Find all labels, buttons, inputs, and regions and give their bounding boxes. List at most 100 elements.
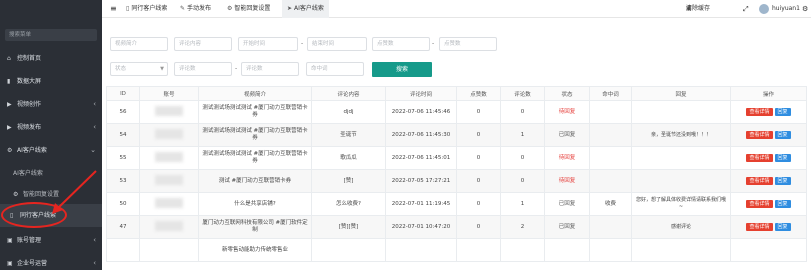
column-header[interactable]: 命中词 — [589, 86, 632, 101]
account-avatar-blurred — [155, 128, 183, 139]
cell-comments — [500, 238, 545, 262]
menu-toggle-icon[interactable]: ≡ — [110, 0, 117, 18]
reply-button[interactable]: 回复 — [774, 131, 791, 139]
cell-comment: [赞] — [311, 169, 386, 193]
reply-button[interactable]: 回复 — [774, 223, 791, 231]
cell-likes: 0 — [456, 146, 501, 170]
cell-id: 55 — [106, 146, 140, 170]
start-time-input[interactable]: 开始时间 — [238, 37, 298, 51]
video-intro-input[interactable]: 视频简介 — [110, 37, 168, 51]
table-header-row: ID 账号 视频简介 评论内容 评论时间 点赞数 评论数 状态 命中词 回复 操… — [106, 86, 807, 101]
column-header[interactable]: 点赞数 — [456, 86, 501, 101]
column-header[interactable]: 评论数 — [500, 86, 545, 101]
cell-video-intro: 新零售动能助力传统零售业 — [198, 238, 312, 262]
cell-comment: 歌瓜瓜 — [311, 146, 386, 170]
cell-video-intro: 测试测试场测试测试 #厦门动力互联营销卡券 — [198, 123, 312, 147]
table-row: 53 测试 #厦门动力互联营销卡券 [赞] 2022-07-05 17:27:21 0 0… — [106, 169, 807, 193]
range-dash: - — [432, 40, 435, 47]
view-detail-button[interactable]: 查看详情 — [746, 154, 773, 162]
cell-comments: 2 — [500, 215, 545, 239]
sidebar-item-label: AI客户线索 — [17, 147, 47, 154]
cell-reply: 感谢评论 — [631, 215, 731, 239]
tab-peer-leads[interactable]: ▯ 同行客户线索 — [126, 0, 167, 18]
cell-account — [139, 169, 199, 193]
column-header[interactable]: 操作 — [730, 86, 807, 101]
avatar[interactable] — [759, 4, 769, 14]
sidebar-search-input[interactable]: 搜索菜单 — [5, 29, 97, 41]
view-detail-button[interactable]: 查看详情 — [746, 108, 773, 116]
sidebar-item-video-create[interactable]: ▶ 视频创作 ‹ — [0, 93, 102, 116]
column-header[interactable]: 评论内容 — [311, 86, 386, 101]
cell-reply — [631, 100, 731, 124]
reply-button[interactable]: 回复 — [774, 200, 791, 208]
cell-hit-word — [589, 169, 632, 193]
cell-actions: 查看详情 回复 — [730, 215, 807, 239]
sidebar-item-data-screen[interactable]: ▮ 数据大屏 — [0, 70, 102, 93]
highlight-ellipse — [1, 202, 67, 228]
end-time-input[interactable]: 结束时间 — [307, 37, 367, 51]
sidebar-subitem-reply-settings[interactable]: ⚙ 智能回复设置 — [0, 183, 102, 206]
view-detail-button[interactable]: 查看详情 — [746, 223, 773, 231]
hit-word-input[interactable]: 命中词 — [306, 62, 364, 76]
cell-account — [139, 215, 199, 239]
table-row: 56 测试测试场测试测试 #厦门动力互联营销卡券 djdj 2022-07-06 11… — [106, 100, 807, 124]
comment-content-input[interactable]: 评论内容 — [174, 37, 232, 51]
status-select[interactable]: 状态 ▼ — [110, 62, 168, 76]
likes-max-input[interactable]: 点赞数 — [439, 37, 497, 51]
gear-icon[interactable]: ⚙ — [802, 0, 808, 18]
column-header[interactable]: 回复 — [631, 86, 731, 101]
cell-account — [139, 123, 199, 147]
reply-button[interactable]: 回复 — [774, 177, 791, 185]
sidebar-item-label: 控制首页 — [17, 55, 42, 62]
column-header[interactable]: 评论时间 — [385, 86, 457, 101]
cell-likes: 0 — [456, 123, 501, 147]
cell-hit-word — [589, 123, 632, 147]
sidebar-item-enterprise[interactable]: ▣ 企业号运营 ‹ — [0, 252, 102, 270]
search-button[interactable]: 搜索 — [372, 62, 432, 77]
sidebar-item-dashboard[interactable]: ⌂ 控制首页 — [0, 47, 102, 70]
sidebar-item-video-publish[interactable]: ▶ 视频发布 ‹ — [0, 116, 102, 139]
cell-comment: [赞][赞] — [311, 215, 386, 239]
column-header[interactable]: 状态 — [544, 86, 590, 101]
sidebar-item-label: 账号管理 — [17, 237, 42, 244]
settings-icon: ⚙ — [227, 5, 233, 12]
reply-button[interactable]: 回复 — [774, 154, 791, 162]
cell-id — [106, 238, 140, 262]
cell-comments: 0 — [500, 169, 545, 193]
table-row: 47 厦门动力互联网科技有限公司 #厦门软件定制 [赞][赞] 2022-07-01 … — [106, 215, 807, 239]
sidebar-item-label: 数据大屏 — [17, 78, 42, 85]
view-detail-button[interactable]: 查看详情 — [746, 131, 773, 139]
cell-comments: 0 — [500, 100, 545, 124]
column-header[interactable]: ID — [106, 86, 140, 101]
username-label[interactable]: huiyuan1 — [772, 0, 800, 18]
range-dash: - — [301, 40, 304, 47]
topbar: ≡ ▯ 同行客户线索 ✎ 手动发布 ⚙ 智能回复设置 ➤ AI客户线索 ▣ 清除缓存 ⤢… — [102, 0, 811, 18]
reply-button[interactable]: 回复 — [774, 108, 791, 116]
fullscreen-icon[interactable]: ⤢ — [743, 0, 749, 18]
likes-min-input[interactable]: 点赞数 — [372, 37, 430, 51]
tab-manual-publish[interactable]: ✎ 手动发布 — [180, 0, 211, 18]
cell-time: 2022-07-06 11:45:46 — [385, 100, 457, 124]
range-dash: - — [235, 65, 238, 72]
chevron-left-icon: ‹ — [93, 259, 96, 267]
cell-video-intro: 测试 #厦门动力互联营销卡券 — [198, 169, 312, 193]
chevron-left-icon: ‹ — [93, 236, 96, 244]
comments-min-input[interactable]: 评论数 — [174, 62, 232, 76]
cell-time — [385, 238, 457, 262]
view-detail-button[interactable]: 查看详情 — [746, 177, 773, 185]
column-header[interactable]: 账号 — [139, 86, 199, 101]
cell-likes — [456, 238, 501, 262]
ai-icon: ⚙ — [7, 147, 13, 154]
cell-time: 2022-07-01 10:47:20 — [385, 215, 457, 239]
sidebar-subitem-ai-leads[interactable]: AI客户线索 — [0, 162, 102, 185]
view-detail-button[interactable]: 查看详情 — [746, 200, 773, 208]
sidebar-item-ai-leads[interactable]: ⚙ AI客户线索 ⌄ — [0, 139, 102, 162]
account-icon: ▣ — [7, 237, 13, 244]
column-header[interactable]: 视频简介 — [198, 86, 312, 101]
cell-status: 待回复 — [544, 100, 590, 124]
comments-max-input[interactable]: 评论数 — [241, 62, 299, 76]
sidebar-item-account[interactable]: ▣ 账号管理 ‹ — [0, 229, 102, 252]
tab-reply-settings[interactable]: ⚙ 智能回复设置 — [227, 0, 270, 18]
tab-ai-leads[interactable]: ➤ AI客户线索 — [282, 0, 329, 18]
table-row: 55 测试测试场测试测试 #厦门动力互联营销卡券 歌瓜瓜 2022-07-06 11:… — [106, 146, 807, 170]
